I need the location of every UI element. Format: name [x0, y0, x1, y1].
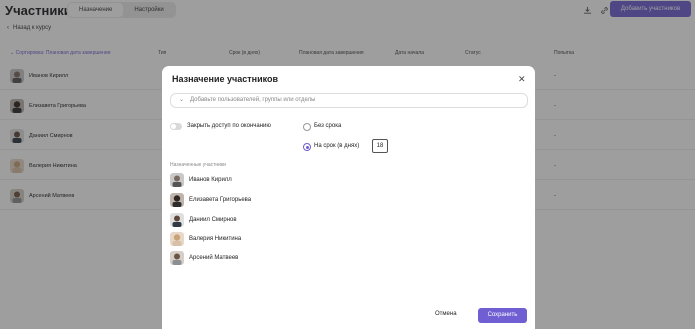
radio-days-label: На срок (в днях): [314, 143, 360, 149]
avatar: [170, 173, 184, 187]
avatar: [170, 193, 184, 207]
radio-no-limit[interactable]: [303, 123, 311, 131]
radio-days[interactable]: [303, 143, 311, 151]
participants-select[interactable]: ⌄ Добавьте пользователей, группы или отд…: [170, 93, 528, 108]
avatar: [170, 251, 184, 265]
avatar: [170, 232, 184, 246]
assign-participants-modal: Назначение участников ✕ ⌄ Добавьте польз…: [162, 66, 535, 329]
modal-title: Назначение участников: [172, 74, 279, 84]
save-button[interactable]: Сохранить: [478, 308, 527, 323]
close-icon[interactable]: ✕: [518, 74, 526, 85]
close-access-label: Закрыть доступ по окончанию: [187, 123, 271, 129]
avatar: [170, 213, 184, 227]
participant-name: Иванов Кирилл: [189, 177, 232, 183]
close-access-toggle[interactable]: [170, 123, 182, 130]
select-placeholder: Добавьте пользователей, группы или отдел…: [190, 97, 316, 103]
radio-no-limit-label: Без срока: [314, 123, 342, 129]
participant-name: Даниил Смирнов: [189, 217, 237, 223]
participant-name: Валерия Никитина: [189, 236, 242, 242]
participant-name: Елизавета Григорьева: [189, 197, 252, 203]
cancel-button[interactable]: Отмена: [435, 311, 457, 317]
chevron-down-icon: ⌄: [179, 97, 185, 103]
days-input[interactable]: 18: [372, 139, 388, 153]
assigned-section-label: Назначенные участники: [170, 162, 226, 168]
participant-name: Арсений Матвеев: [189, 255, 239, 261]
